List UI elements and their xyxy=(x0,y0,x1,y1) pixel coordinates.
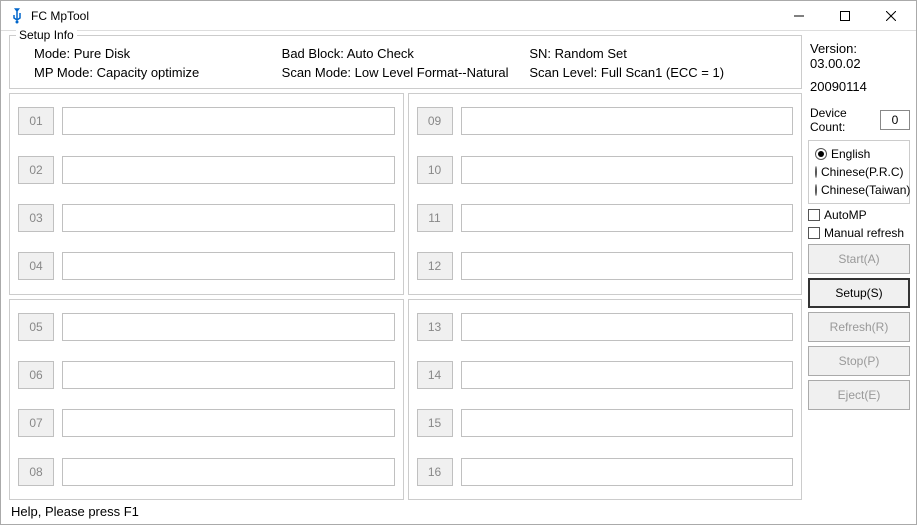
slot-row: 07 xyxy=(18,409,395,437)
minimize-button[interactable] xyxy=(776,2,822,30)
slot-number[interactable]: 02 xyxy=(18,156,54,184)
side-panel: Version: 03.00.02 20090114 Device Count:… xyxy=(802,35,910,500)
slot-row: 10 xyxy=(417,156,794,184)
slot-bar xyxy=(62,252,395,280)
manual-refresh-checkbox[interactable]: Manual refresh xyxy=(808,226,910,240)
slot-bar xyxy=(62,107,395,135)
slot-bar xyxy=(461,361,794,389)
slot-number[interactable]: 10 xyxy=(417,156,453,184)
app-window: FC MpTool Setup Info Mode: Pure Disk Bad… xyxy=(0,0,917,525)
bad-block-field: Bad Block: Auto Check xyxy=(282,46,530,61)
slot-bar xyxy=(62,204,395,232)
slot-bar xyxy=(62,361,395,389)
scan-mode-field: Scan Mode: Low Level Format--Natural xyxy=(282,65,530,80)
slot-number[interactable]: 11 xyxy=(417,204,453,232)
device-count-label: Device Count: xyxy=(810,106,876,134)
slot-number[interactable]: 13 xyxy=(417,313,453,341)
slot-number[interactable]: 09 xyxy=(417,107,453,135)
slot-bar xyxy=(62,409,395,437)
slot-row: 08 xyxy=(18,458,395,486)
slot-row: 02 xyxy=(18,156,395,184)
slot-number[interactable]: 14 xyxy=(417,361,453,389)
slot-row: 06 xyxy=(18,361,395,389)
slot-row: 15 xyxy=(417,409,794,437)
window-title: FC MpTool xyxy=(31,9,776,23)
slot-group-3: 05 06 07 08 xyxy=(9,299,404,501)
slot-row: 01 xyxy=(18,107,395,135)
slot-group-2: 09 10 11 12 xyxy=(408,93,803,295)
slot-bar xyxy=(461,409,794,437)
close-button[interactable] xyxy=(868,2,914,30)
slot-bar xyxy=(62,156,395,184)
slot-row: 13 xyxy=(417,313,794,341)
slots-area: 01 02 03 04 09 10 11 12 05 06 07 08 xyxy=(9,93,802,500)
slot-bar xyxy=(461,204,794,232)
slot-bar xyxy=(461,107,794,135)
device-count-field[interactable] xyxy=(880,110,910,130)
checkbox-icon xyxy=(808,227,820,239)
slot-number[interactable]: 16 xyxy=(417,458,453,486)
slot-row: 03 xyxy=(18,204,395,232)
slot-number[interactable]: 03 xyxy=(18,204,54,232)
slot-number[interactable]: 12 xyxy=(417,252,453,280)
mp-mode-field: MP Mode: Capacity optimize xyxy=(34,65,282,80)
sn-field: SN: Random Set xyxy=(529,46,777,61)
version-label: Version: 03.00.02 xyxy=(810,41,910,71)
radio-icon xyxy=(815,166,817,178)
language-group: English Chinese(P.R.C) Chinese(Taiwan) xyxy=(808,140,910,204)
lang-chinese-tw-radio[interactable]: Chinese(Taiwan) xyxy=(815,183,903,197)
slot-number[interactable]: 04 xyxy=(18,252,54,280)
slot-row: 14 xyxy=(417,361,794,389)
slot-bar xyxy=(62,313,395,341)
date-label: 20090114 xyxy=(810,79,910,94)
maximize-button[interactable] xyxy=(822,2,868,30)
slot-row: 05 xyxy=(18,313,395,341)
radio-icon xyxy=(815,148,827,160)
slot-number[interactable]: 15 xyxy=(417,409,453,437)
slot-bar xyxy=(461,313,794,341)
mode-field: Mode: Pure Disk xyxy=(34,46,282,61)
radio-icon xyxy=(815,184,817,196)
content-area: Setup Info Mode: Pure Disk Bad Block: Au… xyxy=(1,31,916,502)
slot-bar xyxy=(461,252,794,280)
slot-bar xyxy=(62,458,395,486)
slot-group-4: 13 14 15 16 xyxy=(408,299,803,501)
titlebar: FC MpTool xyxy=(1,1,916,31)
eject-button[interactable]: Eject(E) xyxy=(808,380,910,410)
slot-number[interactable]: 08 xyxy=(18,458,54,486)
stop-button[interactable]: Stop(P) xyxy=(808,346,910,376)
slot-row: 09 xyxy=(417,107,794,135)
scan-level-field: Scan Level: Full Scan1 (ECC = 1) xyxy=(529,65,777,80)
slot-number[interactable]: 06 xyxy=(18,361,54,389)
slot-bar xyxy=(461,156,794,184)
start-button[interactable]: Start(A) xyxy=(808,244,910,274)
device-count-row: Device Count: xyxy=(810,106,910,134)
auto-mp-checkbox[interactable]: AutoMP xyxy=(808,208,910,222)
slot-group-1: 01 02 03 04 xyxy=(9,93,404,295)
refresh-button[interactable]: Refresh(R) xyxy=(808,312,910,342)
slot-row: 12 xyxy=(417,252,794,280)
lang-english-radio[interactable]: English xyxy=(815,147,903,161)
slot-number[interactable]: 01 xyxy=(18,107,54,135)
slot-row: 11 xyxy=(417,204,794,232)
slot-row: 04 xyxy=(18,252,395,280)
slot-number[interactable]: 07 xyxy=(18,409,54,437)
setup-info-group: Setup Info Mode: Pure Disk Bad Block: Au… xyxy=(9,35,802,89)
slot-bar xyxy=(461,458,794,486)
slot-number[interactable]: 05 xyxy=(18,313,54,341)
checkbox-icon xyxy=(808,209,820,221)
status-bar: Help, Please press F1 xyxy=(1,502,916,524)
slot-row: 16 xyxy=(417,458,794,486)
lang-chinese-prc-radio[interactable]: Chinese(P.R.C) xyxy=(815,165,903,179)
left-panel: Setup Info Mode: Pure Disk Bad Block: Au… xyxy=(9,35,802,500)
setup-info-legend: Setup Info xyxy=(16,28,77,42)
setup-button[interactable]: Setup(S) xyxy=(808,278,910,308)
usb-icon xyxy=(9,8,25,24)
